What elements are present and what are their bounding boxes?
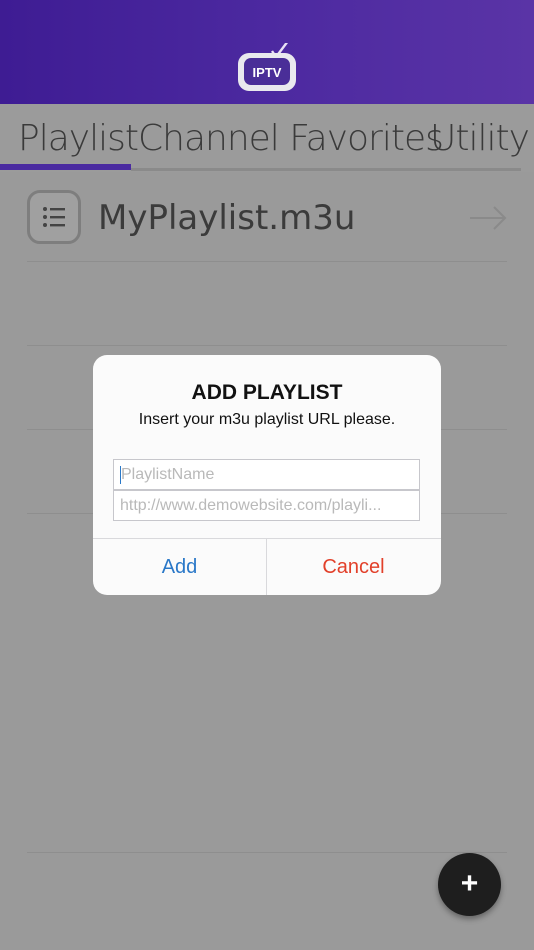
arrow-right-icon[interactable] bbox=[468, 204, 508, 232]
iptv-logo-icon: IPTV bbox=[238, 43, 296, 91]
playlist-name-input[interactable] bbox=[120, 466, 414, 484]
tab-utility[interactable]: Utility bbox=[430, 118, 530, 159]
add-playlist-fab[interactable]: + bbox=[438, 853, 501, 916]
playlist-name-field-wrapper bbox=[113, 459, 420, 490]
tab-divider bbox=[131, 168, 521, 171]
add-playlist-dialog: ADD PLAYLIST Insert your m3u playlist UR… bbox=[93, 355, 441, 595]
app-header: IPTV bbox=[0, 0, 534, 104]
dialog-message: Insert your m3u playlist URL please. bbox=[138, 411, 396, 428]
tab-channel-favorites[interactable]: Channel Favorites bbox=[138, 118, 444, 159]
tab-playlist[interactable]: Playlist bbox=[18, 118, 139, 159]
cancel-button[interactable]: Cancel bbox=[267, 539, 440, 595]
playlist-name: MyPlaylist.m3u bbox=[98, 198, 356, 238]
logo-text: IPTV bbox=[253, 65, 282, 80]
plus-icon: + bbox=[460, 867, 479, 900]
list-icon bbox=[27, 190, 81, 244]
playlist-url-field-wrapper bbox=[113, 490, 420, 521]
list-divider bbox=[27, 345, 507, 346]
list-divider bbox=[27, 852, 507, 853]
list-item[interactable]: MyPlaylist.m3u bbox=[0, 172, 534, 262]
add-button[interactable]: Add bbox=[93, 539, 266, 595]
playlist-url-input[interactable] bbox=[120, 497, 413, 515]
dialog-title: ADD PLAYLIST bbox=[191, 381, 343, 404]
list-divider bbox=[27, 261, 507, 262]
active-tab-indicator bbox=[0, 164, 131, 170]
tab-bar: Playlist Channel Favorites Utility bbox=[0, 104, 534, 172]
